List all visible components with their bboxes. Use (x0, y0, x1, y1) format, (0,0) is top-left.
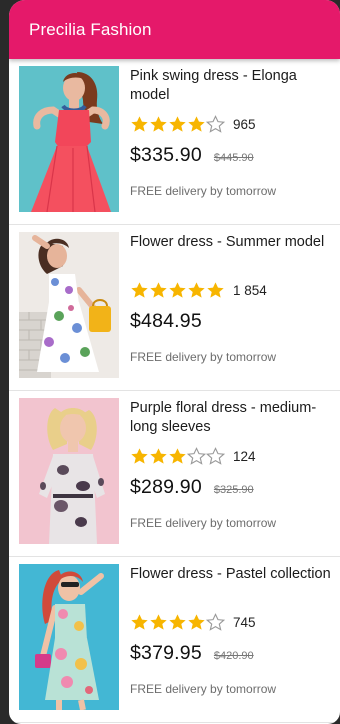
rating-row: 124 (130, 446, 335, 466)
star-filled-icon (169, 281, 186, 298)
price: $289.90 (130, 476, 202, 498)
product-card-pink-swing-dress[interactable]: Pink swing dress - Elonga model 965 $335… (9, 59, 340, 225)
star-rating (130, 281, 225, 300)
star-filled-icon (131, 613, 148, 630)
product-info: Pink swing dress - Elonga model 965 $335… (130, 67, 335, 198)
star-empty-icon (206, 446, 225, 465)
app-bar: Precilia Fashion (9, 0, 340, 59)
star-filled-icon (150, 115, 167, 132)
star-filled-icon (188, 115, 205, 132)
star-filled-icon (207, 281, 224, 298)
star-rating (130, 114, 225, 134)
rating-count: 745 (233, 614, 256, 630)
rating-count: 1 854 (233, 282, 267, 298)
star-filled-icon (169, 115, 186, 132)
price-row: $335.90 $445.90 (130, 144, 335, 170)
star-empty-icon (187, 446, 206, 465)
star-rating (130, 612, 225, 632)
rating-count: 965 (233, 116, 256, 132)
price-row: $289.90 $325.90 (130, 476, 335, 502)
delivery-info: FREE delivery by tomorrow (130, 516, 277, 530)
star-filled-icon (150, 613, 167, 630)
price: $379.95 (130, 642, 202, 664)
rating-row: 745 (130, 612, 335, 632)
star-filled-icon (131, 447, 148, 464)
delivery-info: FREE delivery by tomorrow (130, 682, 277, 696)
product-info: Purple floral dress - medium-long sleeve… (130, 399, 335, 530)
product-card-flower-dress-summer[interactable]: Flower dress - Summer model 1 854 $484.9… (9, 225, 340, 391)
price-row: $379.95 $420.90 (130, 642, 335, 668)
star-filled-icon (150, 447, 167, 464)
product-name: Flower dress - Summer model (130, 234, 325, 250)
phone-screen: Precilia Fashion Pink swing dress - Elon… (9, 0, 340, 724)
star-filled-icon (150, 281, 167, 298)
rating-row: 965 (130, 114, 335, 134)
product-info: Flower dress - Summer model 1 854 $484.9… (130, 233, 335, 364)
price: $484.95 (130, 310, 202, 332)
product-name: Flower dress - Pastel collection (130, 566, 331, 582)
price: $335.90 (130, 144, 202, 166)
product-name: Pink swing dress - Elonga model (130, 68, 297, 103)
old-price: $420.90 (213, 650, 254, 662)
old-price: $445.90 (213, 152, 254, 164)
star-empty-icon (206, 114, 225, 133)
star-filled-icon (131, 115, 148, 132)
product-card-pastel-flower-dress[interactable]: Flower dress - Pastel collection 745 $37… (9, 557, 340, 723)
star-rating (130, 446, 225, 466)
star-filled-icon (188, 613, 205, 630)
product-card-purple-floral-dress[interactable]: Purple floral dress - medium-long sleeve… (9, 391, 340, 557)
app-title: Precilia Fashion (29, 19, 152, 39)
rating-row: 1 854 (130, 280, 335, 300)
product-info: Flower dress - Pastel collection 745 $37… (130, 565, 335, 696)
rating-count: 124 (233, 448, 256, 464)
product-image-floral-dress-summer[interactable] (19, 232, 119, 378)
delivery-info: FREE delivery by tomorrow (130, 350, 277, 364)
price-row: $484.95 (130, 310, 335, 336)
delivery-info: FREE delivery by tomorrow (130, 184, 277, 198)
product-image-purple-floral-dress[interactable] (19, 398, 119, 544)
product-image-pastel-floral-dress[interactable] (19, 564, 119, 710)
star-filled-icon (169, 447, 186, 464)
product-image-pink-dress[interactable] (19, 66, 119, 212)
old-price: $325.90 (213, 484, 254, 496)
star-filled-icon (169, 613, 186, 630)
star-filled-icon (131, 281, 148, 298)
star-filled-icon (188, 281, 205, 298)
star-empty-icon (206, 612, 225, 631)
product-name: Purple floral dress - medium-long sleeve… (130, 400, 317, 435)
